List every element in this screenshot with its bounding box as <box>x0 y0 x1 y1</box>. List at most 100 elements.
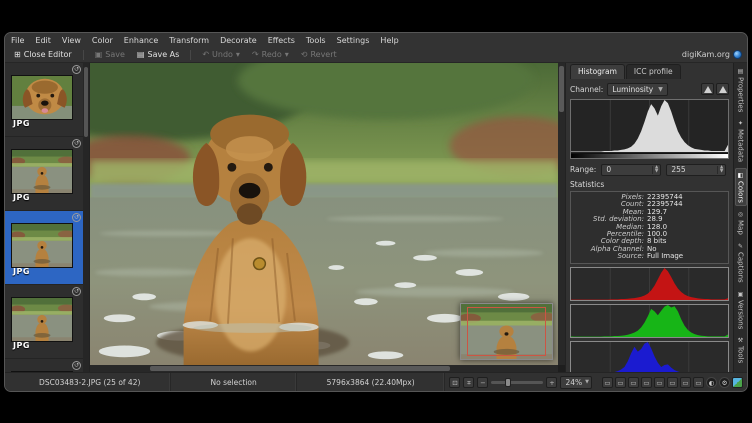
menu-color[interactable]: Color <box>92 36 113 45</box>
range-min-spinbox[interactable]: 0 ▲▼ <box>601 164 661 176</box>
panel-toggle-button-5[interactable]: ▭ <box>654 377 665 388</box>
canvas-horizontal-scrollbar[interactable] <box>90 365 558 372</box>
sidebar-tab-tools[interactable]: ⚒ Tools <box>736 334 746 366</box>
menu-transform[interactable]: Transform <box>169 36 209 45</box>
version-icon[interactable]: ↺ <box>72 361 81 370</box>
save-as-button[interactable]: ▤ Save As <box>133 49 183 60</box>
status-selection: No selection <box>171 373 296 391</box>
spinner-arrows-icon[interactable]: ▲▼ <box>717 166 725 174</box>
save-as-icon: ▤ <box>137 51 145 59</box>
redo-dropdown-icon[interactable]: ▾ <box>285 51 289 59</box>
panel-toggle-button-8[interactable]: ▭ <box>693 377 704 388</box>
thumbnail-bar: ↺ JPG ↺ JPG ↺ <box>5 63 90 372</box>
undo-dropdown-icon[interactable]: ▾ <box>236 51 240 59</box>
colors-icon: ◧ <box>737 172 744 179</box>
thumbnail-item[interactable]: ↺ JPG <box>5 63 89 137</box>
close-editor-button[interactable]: ⊞ Close Editor <box>10 49 76 60</box>
thumbnail-item[interactable]: ↺ JPG <box>5 285 89 359</box>
menu-effects[interactable]: Effects <box>268 36 295 45</box>
sidebar-tab-colors[interactable]: ◧ Colors <box>735 168 747 207</box>
sidebar-tab-metadata[interactable]: ✦ Metadata <box>736 117 746 165</box>
luminosity-histogram[interactable] <box>570 99 729 159</box>
image-canvas[interactable] <box>90 63 565 372</box>
toolbar-separator <box>83 50 84 60</box>
thumbnail-item[interactable]: ↺ JPG <box>5 137 89 211</box>
zoom-slider-handle[interactable] <box>505 378 511 387</box>
thumbnail-image <box>11 149 73 194</box>
range-max-spinbox[interactable]: 255 ▲▼ <box>666 164 726 176</box>
statistics-box: Pixels:22395744 Count:22395744 Mean:129.… <box>570 191 729 264</box>
canvas-vertical-scrollbar[interactable] <box>558 63 565 365</box>
version-icon[interactable]: ↺ <box>72 139 81 148</box>
over-exposure-indicator-icon[interactable]: ⚙ <box>719 377 730 388</box>
linear-scale-button[interactable] <box>701 83 714 95</box>
zoom-out-button[interactable]: − <box>477 377 488 388</box>
panel-toggle-button-7[interactable]: ▭ <box>680 377 691 388</box>
channel-select[interactable]: Luminosity ▼ <box>607 83 668 96</box>
menu-view[interactable]: View <box>62 36 81 45</box>
toolbar-separator <box>190 50 191 60</box>
range-label: Range: <box>570 165 596 174</box>
zoom-controls: ⊡ ⌗ − + 24% ▼ <box>445 376 596 389</box>
zoom-percent-spinbox[interactable]: 24% ▼ <box>560 376 592 389</box>
dimensions-label: 5796x3864 (22.40Mpx) <box>327 378 415 387</box>
channel-label: Channel: <box>570 85 603 94</box>
stat-label: Source: <box>575 253 647 260</box>
save-icon: ▣ <box>95 51 103 59</box>
chevron-down-icon: ▼ <box>585 379 589 385</box>
thumbnail-image <box>11 223 73 268</box>
zoom-fit-selection-button[interactable]: ⌗ <box>463 377 474 388</box>
tab-icc-profile[interactable]: ICC profile <box>626 64 681 79</box>
sidebar-tab-map[interactable]: ◎ Map <box>736 208 746 238</box>
version-icon[interactable]: ↺ <box>72 287 81 296</box>
filename-label: DSC03483-2.JPG (25 of 42) <box>39 378 140 387</box>
save-button[interactable]: ▣ Save <box>91 49 129 60</box>
panel-toggle-button-4[interactable]: ▭ <box>641 377 652 388</box>
menu-settings[interactable]: Settings <box>337 36 370 45</box>
thumbnail-item[interactable]: ↺ JPG <box>5 359 89 372</box>
pan-navigator-overlay[interactable] <box>460 303 553 360</box>
sidebar-tab-properties[interactable]: ▤ Properties <box>736 65 746 115</box>
version-icon[interactable]: ↺ <box>72 213 81 222</box>
status-icon-row: ▭ ▭ ▭ ▭ ▭ ▭ ▭ ▭ ◐ ⚙ <box>602 377 743 388</box>
panel-toggle-button-3[interactable]: ▭ <box>628 377 639 388</box>
panel-toggle-button-6[interactable]: ▭ <box>667 377 678 388</box>
sidebar-tab-label: Tools <box>737 346 745 363</box>
color-managed-view-icon[interactable] <box>732 377 743 388</box>
zoom-percent-value: 24% <box>565 378 582 387</box>
redo-button[interactable]: ↷ Redo ▾ <box>248 49 293 60</box>
menu-edit[interactable]: Edit <box>35 36 51 45</box>
menu-tools[interactable]: Tools <box>306 36 326 45</box>
menu-file[interactable]: File <box>11 36 24 45</box>
zoom-fit-window-button[interactable]: ⊡ <box>449 377 460 388</box>
thumbnail-image <box>11 297 73 342</box>
revert-button[interactable]: ⟲ Revert <box>297 49 341 60</box>
under-exposure-indicator-icon[interactable]: ◐ <box>706 377 717 388</box>
save-label: Save <box>105 50 125 59</box>
thumbnail-item-selected[interactable]: ↺ JPG <box>5 211 89 285</box>
range-max-value: 255 <box>671 165 685 174</box>
redo-label: Redo <box>262 50 282 59</box>
redo-icon: ↷ <box>252 51 259 59</box>
zoom-slider[interactable] <box>491 381 543 384</box>
log-scale-button[interactable] <box>716 83 729 95</box>
format-badge: JPG <box>13 341 30 350</box>
menu-decorate[interactable]: Decorate <box>220 36 257 45</box>
thumbbar-scrollbar[interactable] <box>83 63 89 372</box>
version-icon[interactable]: ↺ <box>72 65 81 74</box>
brand-label: digiKam.org <box>682 50 730 59</box>
sidebar-tab-captions[interactable]: ✎ Captions <box>736 240 746 286</box>
undo-button[interactable]: ↶ Undo ▾ <box>198 49 244 60</box>
panel-toggle-button-2[interactable]: ▭ <box>615 377 626 388</box>
panel-toggle-button-1[interactable]: ▭ <box>602 377 613 388</box>
sidebar-tab-versions[interactable]: ▣ Versions <box>736 288 746 332</box>
spinner-arrows-icon[interactable]: ▲▼ <box>652 166 660 174</box>
menu-help[interactable]: Help <box>380 36 398 45</box>
navigator-view-rect[interactable] <box>467 307 545 357</box>
green-channel-histogram <box>570 304 729 338</box>
properties-icon: ▤ <box>737 68 744 75</box>
menu-enhance[interactable]: Enhance <box>124 36 159 45</box>
zoom-in-button[interactable]: + <box>546 377 557 388</box>
digikam-globe-icon[interactable] <box>733 50 742 59</box>
tab-histogram[interactable]: Histogram <box>570 64 625 79</box>
